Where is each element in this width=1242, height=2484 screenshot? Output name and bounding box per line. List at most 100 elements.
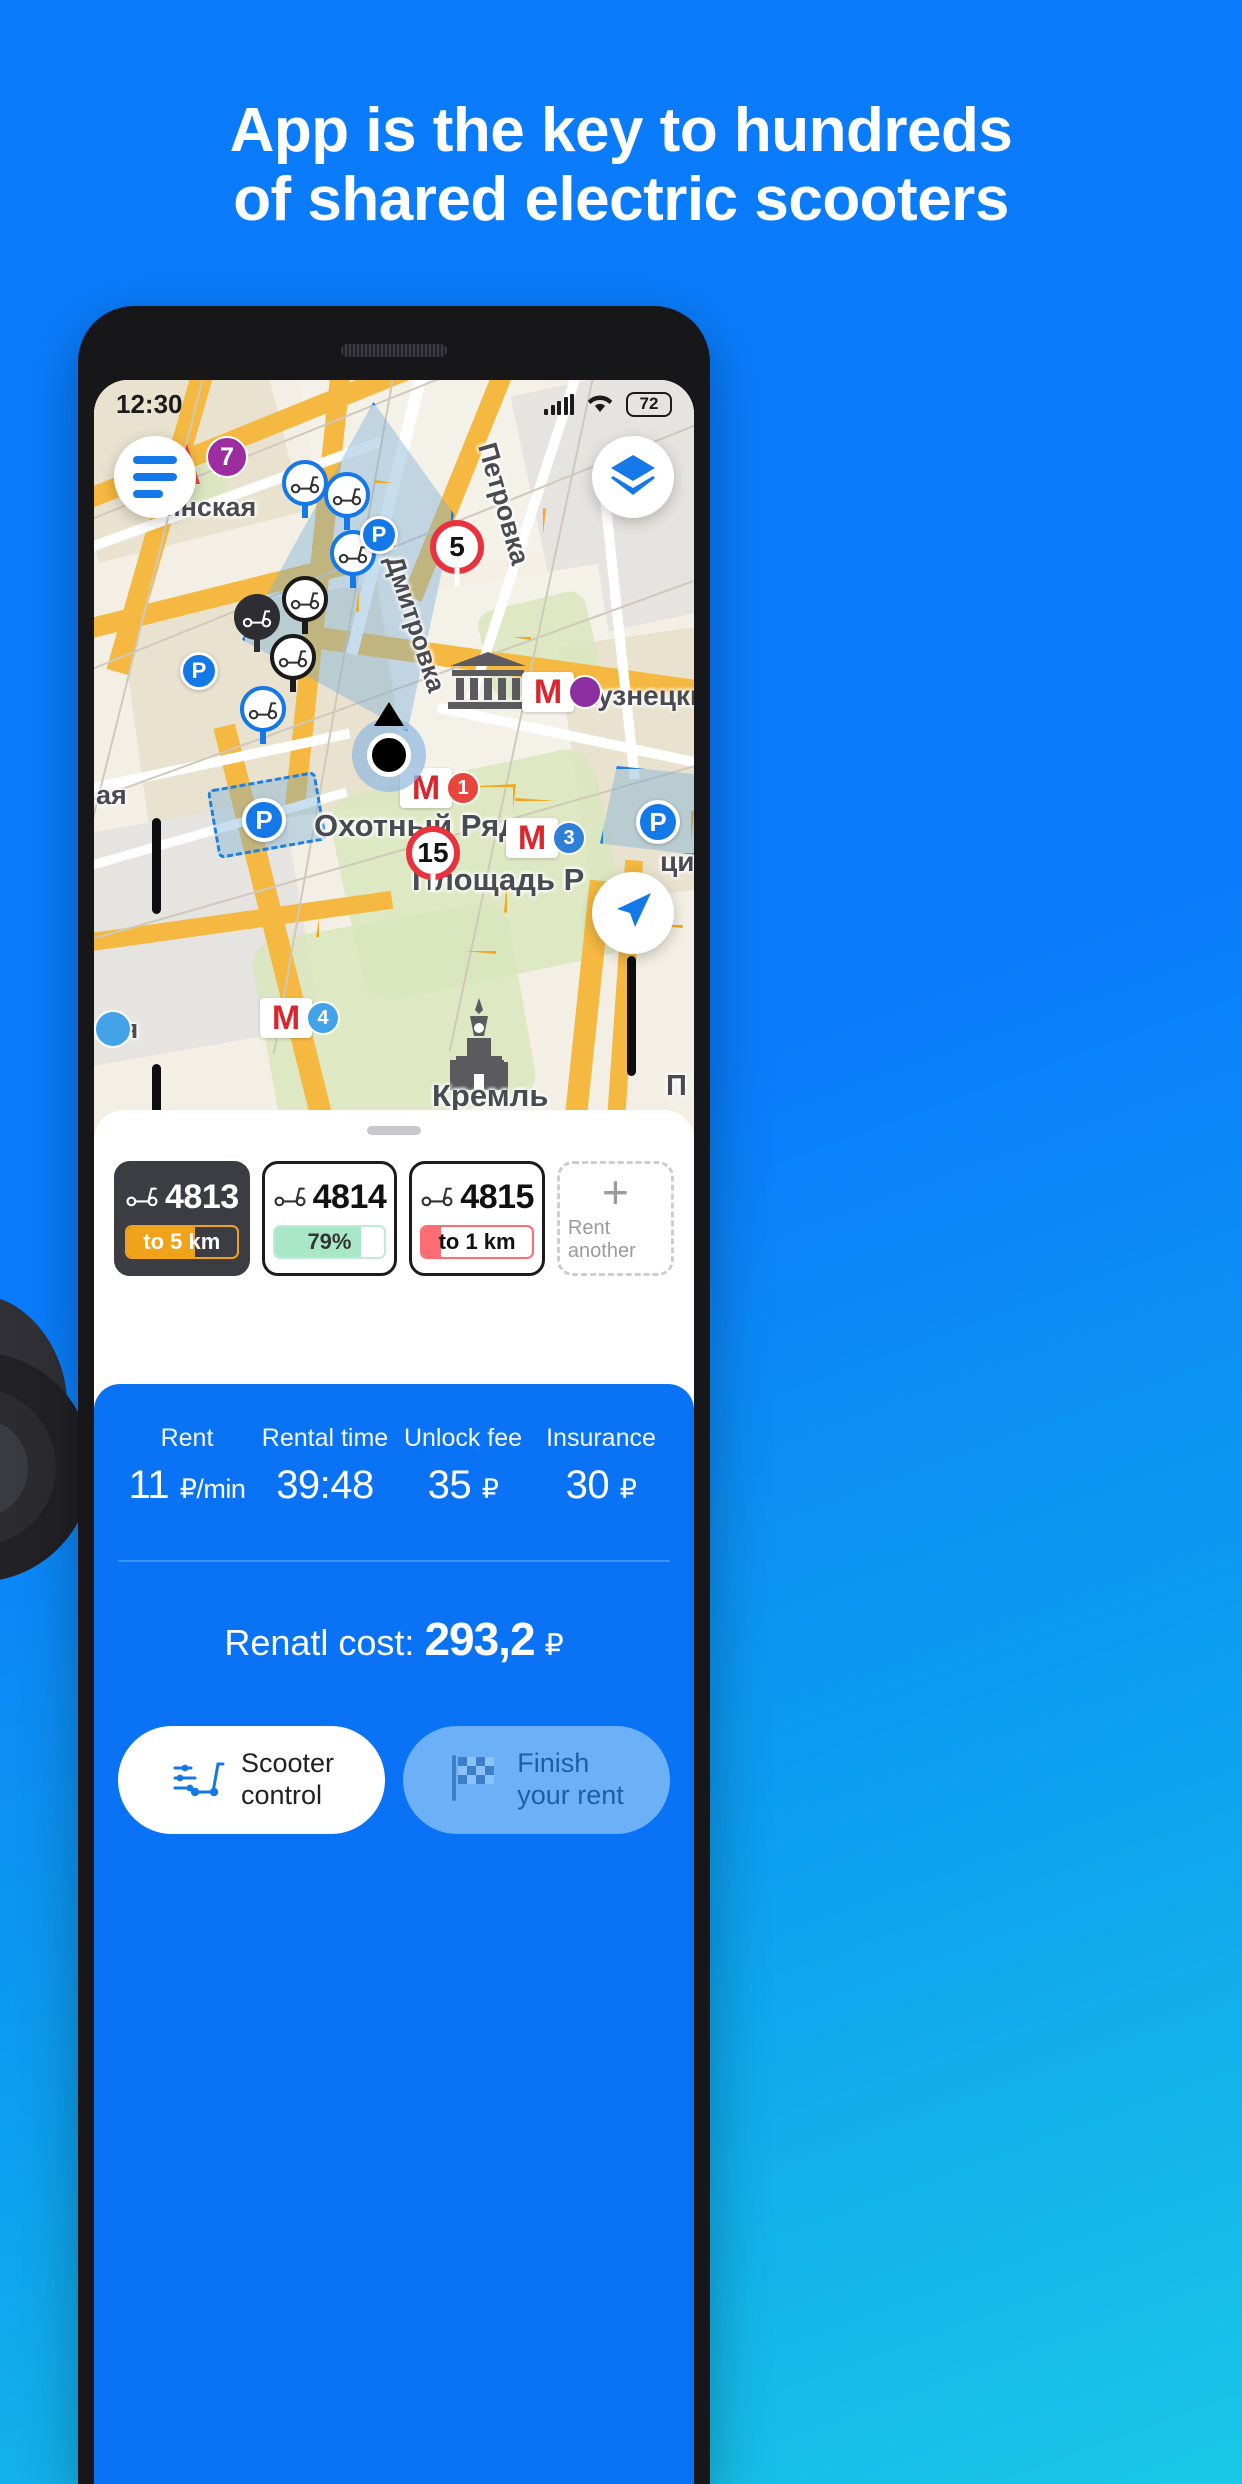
metro-station-marker[interactable]: М4 (260, 998, 340, 1038)
metric-number: 35 (427, 1463, 472, 1507)
finish-rent-button[interactable]: Finish your rent (403, 1726, 670, 1834)
scooter-marker[interactable] (282, 576, 328, 622)
scooter-range-text: to 5 km (143, 1228, 221, 1254)
scooter-icon (273, 1182, 307, 1213)
rent-another-button[interactable]: + Rent another (556, 1161, 674, 1276)
metric-unit: ₽ (619, 1474, 637, 1504)
parking-marker[interactable]: P (636, 800, 680, 844)
metric-number: 39:48 (276, 1463, 374, 1507)
parking-marker[interactable]: P (242, 798, 286, 842)
scooter-id: 4814 (312, 1177, 387, 1216)
rental-cost-value: 293,2 (424, 1613, 535, 1665)
cluster-badge-7[interactable]: 7 (206, 436, 248, 478)
scooter-marker[interactable] (270, 634, 316, 680)
scooter-id: 4815 (460, 1177, 534, 1216)
scooter-marker[interactable] (282, 460, 328, 506)
checkered-flag-icon (449, 1753, 501, 1808)
scooter-battery-text: 79% (307, 1228, 352, 1254)
navigate-arrow-icon (611, 889, 655, 938)
scooter-battery-badge: 79% (272, 1224, 387, 1259)
metric-label: Insurance (546, 1424, 656, 1452)
metric-unit: ₽/min (179, 1474, 246, 1504)
headline-line-1: App is the key to hundreds (229, 96, 1013, 165)
bottom-sheet[interactable]: 4813 to 5 km 4814 79% 4815 to 1 km + Ren… (94, 1110, 694, 2484)
scooter-card-header: 4814 (273, 1178, 387, 1217)
action-buttons: Scooter control Finish your rent (118, 1726, 670, 1834)
metric-insurance: Insurance 30 ₽ (532, 1424, 670, 1508)
metric-rent: Rent 11 ₽/min (118, 1424, 256, 1508)
metric-number: 30 (565, 1463, 610, 1507)
scooter-marker[interactable] (324, 472, 370, 518)
metro-station-marker[interactable]: М3 (506, 818, 586, 858)
plus-icon: + (602, 1166, 629, 1218)
scooter-settings-icon (169, 1756, 225, 1805)
metric-value: 39:48 (256, 1463, 394, 1508)
page-title: App is the key to hundreds of shared ele… (0, 96, 1242, 235)
metric-number: 11 (128, 1463, 170, 1507)
btn-line-1: Finish (517, 1748, 590, 1779)
map-view[interactable]: инская Петровка ая Дмитровка Кузнецки ая… (94, 380, 694, 1130)
metric-value: 30 ₽ (532, 1463, 670, 1508)
scooter-range-badge: to 1 km (420, 1224, 534, 1259)
metric-value: 11 ₽/min (118, 1463, 256, 1508)
rent-info-panel: Rent 11 ₽/min Rental time 39:48 Unlock f… (94, 1384, 694, 2484)
rent-metrics: Rent 11 ₽/min Rental time 39:48 Unlock f… (118, 1424, 670, 1508)
metric-rental-time: Rental time 39:48 (256, 1424, 394, 1508)
btn-line-2: control (240, 1780, 323, 1810)
scooter-control-button[interactable]: Scooter control (118, 1726, 385, 1834)
map-layers-icon (609, 453, 657, 502)
metric-unit: ₽ (481, 1474, 499, 1504)
metric-label: Rental time (261, 1424, 389, 1452)
metric-label: Rent (160, 1424, 214, 1452)
map-label: ци (660, 846, 694, 877)
metric-value: 35 ₽ (394, 1463, 532, 1508)
rent-another-label: Rent another (567, 1216, 636, 1262)
scooter-icon (125, 1182, 159, 1213)
scooter-range-badge: to 5 km (125, 1224, 239, 1259)
menu-button[interactable] (114, 436, 196, 518)
map-label: ая (96, 780, 127, 810)
panel-divider (118, 1560, 670, 1562)
rental-cost-label: Renatl cost: (224, 1622, 415, 1663)
metro-badge-partial[interactable] (94, 1010, 132, 1048)
parking-marker[interactable]: P (360, 516, 398, 554)
heading-arrow-icon (374, 702, 404, 726)
map-label: Кремль (432, 1078, 549, 1113)
scooter-card-header: 4815 (420, 1178, 534, 1217)
metric-unlock-fee: Unlock fee 35 ₽ (394, 1424, 532, 1508)
btn-line-1: Scooter (240, 1748, 335, 1779)
hamburger-menu-icon (133, 456, 177, 498)
volume-up-button[interactable] (152, 818, 161, 914)
scooter-card-4815[interactable]: 4815 to 1 km (409, 1161, 545, 1276)
locate-me-button[interactable] (592, 872, 674, 954)
finish-rent-label: Finish your rent (517, 1748, 624, 1812)
scooter-id: 4813 (165, 1177, 239, 1216)
scooter-card-header: 4813 (125, 1178, 239, 1217)
scooter-card-4813[interactable]: 4813 to 5 km (114, 1161, 250, 1276)
sheet-drag-handle[interactable] (367, 1126, 421, 1135)
phone-mockup: инская Петровка ая Дмитровка Кузнецки ая… (78, 306, 710, 2484)
rental-cost-unit: ₽ (544, 1629, 564, 1662)
btn-line-2: your rent (517, 1780, 624, 1810)
metro-station-marker[interactable]: М (522, 672, 602, 712)
location-dot (367, 733, 411, 777)
speed-limit-sign: 5 (430, 520, 484, 574)
scooter-marker[interactable] (240, 686, 286, 732)
scooter-card-list: 4813 to 5 km 4814 79% 4815 to 1 km + Ren… (94, 1135, 694, 1276)
phone-screen: инская Петровка ая Дмитровка Кузнецки ая… (94, 380, 694, 2484)
headline-line-2: of shared electric scooters (233, 165, 1009, 235)
scooter-card-4814[interactable]: 4814 79% (261, 1161, 398, 1276)
scooter-icon (420, 1182, 454, 1213)
earpiece-speaker (341, 344, 447, 357)
user-location-marker (352, 702, 426, 792)
scooter-range-text: to 1 km (438, 1228, 516, 1254)
map-label: П (666, 1070, 687, 1102)
rental-cost-row: Renatl cost: 293,2 ₽ (118, 1612, 670, 1666)
parking-marker[interactable]: P (180, 652, 218, 690)
phone-bezel-top (78, 306, 710, 380)
map-layers-button[interactable] (592, 436, 674, 518)
power-button[interactable] (627, 956, 636, 1076)
theatre-building-icon (446, 650, 530, 715)
speed-limit-sign: 15 (406, 826, 460, 880)
scooter-control-label: Scooter control (241, 1748, 334, 1812)
